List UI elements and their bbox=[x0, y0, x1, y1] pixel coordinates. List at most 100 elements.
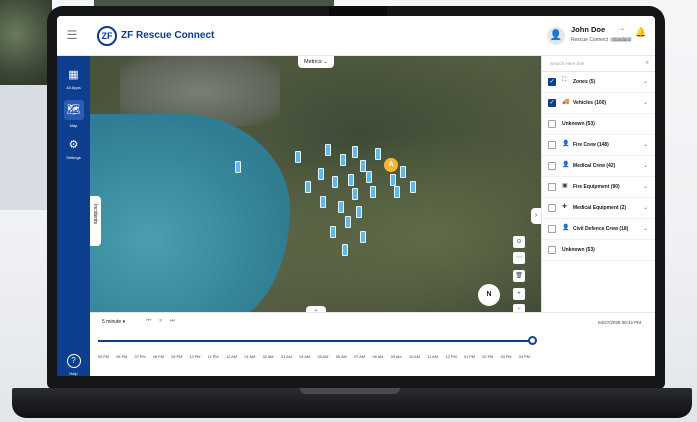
equipment-icon: ▣ bbox=[562, 183, 568, 189]
user-avatar-icon[interactable]: 👤 bbox=[547, 27, 565, 45]
locate-icon[interactable]: ⊙ bbox=[513, 236, 525, 248]
vehicle-marker[interactable] bbox=[394, 186, 400, 198]
layer-row[interactable]: 👤 Civil Defence Crew (18) ⌄ bbox=[542, 219, 655, 240]
chevron-down-icon[interactable]: ⌄ bbox=[643, 162, 648, 169]
bell-icon[interactable]: 🔔 bbox=[635, 27, 646, 38]
layer-checkbox[interactable] bbox=[548, 246, 556, 254]
vehicle-marker[interactable] bbox=[342, 244, 348, 256]
vehicle-marker[interactable] bbox=[366, 171, 372, 183]
zone-marker[interactable]: A bbox=[384, 158, 398, 172]
chevron-down-icon[interactable]: ⌄ bbox=[643, 183, 648, 190]
vehicle-marker[interactable] bbox=[330, 226, 336, 238]
trash-icon[interactable]: 🗑 bbox=[513, 270, 525, 282]
timeline-ticks: 05 PM 06 PM 07 PM 08 PM 09 PM 10 PM 11 PM 12 AM… bbox=[98, 355, 538, 363]
timeline-tick-label: 11 AM bbox=[427, 355, 438, 359]
chevron-down-icon[interactable]: ⌄ bbox=[643, 204, 648, 211]
vehicle-marker[interactable] bbox=[235, 161, 241, 173]
vehicle-marker[interactable] bbox=[356, 206, 362, 218]
layer-checkbox[interactable]: ✓ bbox=[548, 99, 556, 107]
nav-item-map[interactable]: 🗺 Map bbox=[57, 100, 90, 128]
app-title: ZF Rescue Connect bbox=[121, 30, 215, 41]
layer-checkbox[interactable] bbox=[548, 183, 556, 191]
layer-row[interactable]: ✚ Medical Equipment (2) ⌄ bbox=[542, 198, 655, 219]
layer-label: Fire Crew (148) bbox=[573, 142, 609, 148]
layer-checkbox[interactable]: ✓ bbox=[548, 78, 556, 86]
layer-checkbox[interactable] bbox=[548, 225, 556, 233]
layer-row[interactable]: 👤 Medical Crew (42) ⌄ bbox=[542, 156, 655, 177]
nav-label: Settings bbox=[66, 155, 81, 160]
vehicle-marker[interactable] bbox=[340, 154, 346, 166]
chevron-down-icon[interactable]: ⌄ bbox=[643, 99, 648, 106]
layer-row[interactable]: Unknown (53) bbox=[542, 240, 655, 261]
timeline-tick-label: 11 PM bbox=[207, 355, 219, 359]
user-name[interactable]: John Doe bbox=[571, 25, 605, 34]
layer-label: Unknown (53) bbox=[562, 121, 595, 127]
compass-icon[interactable]: N bbox=[478, 284, 500, 306]
vehicle-marker[interactable] bbox=[305, 181, 311, 193]
user-role-badge: Standard bbox=[609, 37, 633, 42]
side-nav: ▦ All Apps 🗺 Map ⚙ Settings ? Help bbox=[57, 56, 90, 376]
vehicle-marker[interactable] bbox=[320, 196, 326, 208]
timeline-tick-label: 12 PM bbox=[445, 355, 457, 359]
timeline-tick-label: 01 PM bbox=[464, 355, 475, 359]
timeline-tick-label: 05 PM bbox=[98, 355, 109, 359]
nav-item-all-apps[interactable]: ▦ All Apps bbox=[57, 68, 90, 90]
nav-item-settings[interactable]: ⚙ Settings bbox=[57, 138, 90, 160]
nav-item-help[interactable]: ? Help bbox=[57, 354, 90, 376]
timeline-tick-label: 10 PM bbox=[189, 355, 201, 359]
layer-row[interactable]: ✓ 🚚 Vehicles (100) ⌄ bbox=[542, 93, 655, 114]
chevron-down-icon[interactable]: ⌄ bbox=[643, 141, 648, 148]
chevron-down-icon[interactable]: ⌄ bbox=[620, 25, 625, 32]
vehicle-marker[interactable] bbox=[360, 160, 366, 172]
zoom-out-icon[interactable]: − bbox=[513, 304, 525, 312]
playback-controls[interactable]: ⏮ ⏸ ⏭ bbox=[146, 318, 178, 325]
top-bar: ☰ ZF ZF Rescue Connect 👤 John Doe Rescue… bbox=[57, 16, 655, 56]
layer-checkbox[interactable] bbox=[548, 120, 556, 128]
vehicle-marker[interactable] bbox=[410, 181, 416, 193]
layer-row[interactable]: ✓ ⛶ Zones (5) ⌄ bbox=[542, 72, 655, 93]
interval-select[interactable]: 5 minute ▾ bbox=[102, 319, 125, 325]
timeline-tick-label: 08 AM bbox=[372, 355, 384, 359]
vehicle-marker[interactable] bbox=[352, 188, 358, 200]
vehicle-marker[interactable] bbox=[375, 148, 381, 160]
search-input[interactable]: Search Here Site bbox=[542, 56, 655, 72]
nav-label: Map bbox=[69, 123, 78, 128]
background-panel bbox=[0, 85, 52, 210]
vehicle-marker[interactable] bbox=[295, 151, 301, 163]
more-icon[interactable]: ⋯ bbox=[513, 252, 525, 264]
search-icon[interactable]: ⌕ bbox=[646, 60, 649, 67]
timeline-tick-label: 03 AM bbox=[281, 355, 292, 359]
menu-icon[interactable]: ☰ bbox=[65, 28, 79, 42]
vehicle-marker[interactable] bbox=[390, 174, 396, 186]
person-icon: 👤 bbox=[562, 162, 570, 168]
chevron-down-icon[interactable]: ⌄ bbox=[643, 78, 648, 85]
chevron-down-icon[interactable]: ⌄ bbox=[643, 225, 648, 232]
timeline-handle[interactable] bbox=[528, 336, 537, 345]
vehicle-marker[interactable] bbox=[345, 216, 351, 228]
vehicle-marker[interactable] bbox=[338, 201, 344, 213]
chevron-right-icon[interactable]: › bbox=[531, 208, 541, 224]
layer-row[interactable]: ▣ Fire Equipment (90) ⌄ bbox=[542, 177, 655, 198]
map-view[interactable]: Metrics ⌄ Incidents › A ⊙ ⋯ 🗑 + − N ⌄ bbox=[90, 56, 541, 312]
app-screen: ☰ ZF ZF Rescue Connect 👤 John Doe Rescue… bbox=[57, 16, 655, 376]
layer-checkbox[interactable] bbox=[548, 141, 556, 149]
layer-checkbox[interactable] bbox=[548, 204, 556, 212]
layer-label: Fire Equipment (90) bbox=[573, 184, 620, 190]
vehicle-marker[interactable] bbox=[352, 146, 358, 158]
incidents-drawer-tab[interactable]: Incidents bbox=[90, 196, 101, 246]
vehicle-marker[interactable] bbox=[348, 174, 354, 186]
vehicle-marker[interactable] bbox=[318, 168, 324, 180]
vehicle-marker[interactable] bbox=[370, 186, 376, 198]
vehicle-marker[interactable] bbox=[400, 166, 406, 178]
zoom-in-icon[interactable]: + bbox=[513, 288, 525, 300]
layer-checkbox[interactable] bbox=[548, 162, 556, 170]
timeline-track[interactable] bbox=[98, 340, 532, 342]
timeline-tick-label: 02 AM bbox=[262, 355, 274, 359]
timeline-date: 04/27/2025 06:42 PM bbox=[597, 320, 641, 325]
vehicle-marker[interactable] bbox=[332, 176, 338, 188]
layer-row[interactable]: 👤 Fire Crew (148) ⌄ bbox=[542, 135, 655, 156]
vehicle-marker[interactable] bbox=[360, 231, 366, 243]
layer-row[interactable]: Unknown (53) bbox=[542, 114, 655, 135]
metrics-dropdown[interactable]: Metrics ⌄ bbox=[298, 56, 334, 68]
vehicle-marker[interactable] bbox=[325, 144, 331, 156]
